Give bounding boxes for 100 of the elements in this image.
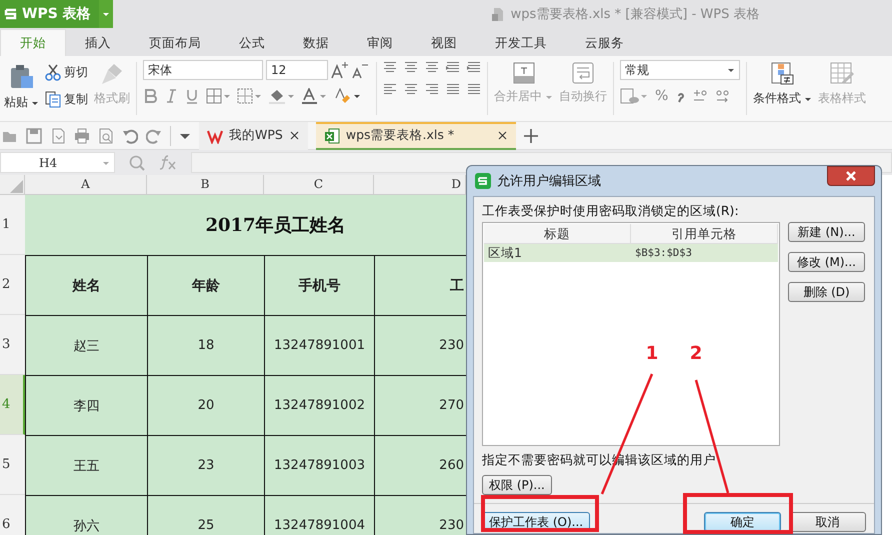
close-icon[interactable] [288, 130, 300, 141]
list-column-header[interactable]: 标题 [484, 224, 631, 244]
column-header[interactable]: B [147, 175, 264, 195]
ribbon-tab[interactable]: 开始 [0, 29, 66, 56]
table-cell: 13247891003 [264, 435, 374, 495]
ribbon-tab[interactable]: 公式 [220, 30, 284, 56]
table-cell: 270 [374, 375, 466, 435]
table-cell: 孙六 [25, 495, 147, 535]
dialog-button[interactable]: 删除 (D) [788, 282, 865, 302]
ribbon-tab[interactable]: 视图 [412, 30, 476, 56]
align-right-icon[interactable] [425, 82, 439, 96]
paste-button[interactable]: 粘贴 [4, 94, 28, 111]
row-header[interactable]: 1 [0, 195, 25, 255]
ribbon-tab[interactable]: 开发工具 [476, 30, 566, 56]
document-icon [490, 6, 505, 22]
cell-grid-icon[interactable] [237, 88, 261, 104]
increase-indent-icon[interactable] [467, 60, 481, 74]
table-header-cell: 工 [374, 255, 466, 315]
add-tab-icon[interactable] [524, 128, 538, 142]
ribbon-tab[interactable]: 插入 [66, 30, 130, 56]
table-cell: 13247891004 [264, 495, 374, 535]
window-title: wps需要表格.xls * [兼容模式] - WPS 表格 [510, 6, 760, 23]
font-name-field[interactable]: 宋体 [143, 60, 263, 80]
print-icon[interactable] [74, 128, 90, 144]
list-column-header[interactable]: 引用单元格 [631, 224, 778, 244]
justify-icon[interactable] [446, 82, 460, 96]
w-logo-icon [207, 128, 223, 144]
table-header-cell: 姓名 [25, 255, 147, 315]
list-row[interactable]: 区域1 $B$3:$D$3 [484, 244, 778, 262]
save-icon[interactable] [26, 128, 42, 144]
row-header[interactable]: 6 [0, 495, 25, 535]
permissions-button[interactable]: 权限 (P)... [482, 475, 552, 495]
title-cell: 2017年员工姓名 [25, 195, 466, 255]
font-size-field[interactable]: 12 [266, 60, 328, 80]
row-header[interactable]: 5 [0, 435, 25, 495]
currency-icon[interactable] [620, 88, 648, 104]
scissors-icon[interactable] [45, 64, 61, 81]
font-color-icon[interactable] [301, 88, 327, 104]
align-middle-icon[interactable] [404, 60, 418, 74]
dialog-button[interactable]: 新建 (N)... [788, 222, 865, 242]
table-cell: 230 [374, 315, 466, 375]
caret-icon[interactable] [727, 66, 735, 74]
ribbon-tab[interactable]: 数据 [284, 30, 348, 56]
step-number: 2 [690, 343, 702, 364]
grow-font-icon[interactable] [331, 61, 349, 79]
app-logo-icon [475, 173, 491, 189]
ribbon-tab[interactable]: 审阅 [348, 30, 412, 56]
row-header[interactable]: 3 [0, 315, 25, 375]
redo-icon[interactable] [146, 128, 162, 144]
app-logo-icon [4, 7, 18, 21]
number-format-field[interactable]: 常规 [620, 60, 740, 80]
borders-icon[interactable] [206, 88, 230, 104]
table-cell: 23 [147, 435, 264, 495]
column-header[interactable]: D [374, 175, 466, 195]
dialog-title: 允许用户编辑区域 [497, 173, 602, 190]
decrease-decimal-icon[interactable] [715, 88, 732, 104]
ranges-label: 工作表受保护时使用密码取消锁定的区域(R): [482, 203, 740, 220]
table-cell: 13247891002 [264, 375, 374, 435]
ribbon-tab[interactable]: 页面布局 [130, 30, 220, 56]
bold-icon[interactable] [143, 88, 157, 104]
wrap-text-icon[interactable] [572, 62, 594, 84]
fill-bucket-icon[interactable] [268, 88, 294, 104]
table-cell: 王五 [25, 435, 147, 495]
table-cell: 李四 [25, 375, 147, 435]
underline-icon[interactable] [185, 88, 199, 104]
close-icon[interactable] [496, 130, 508, 141]
close-button[interactable] [827, 166, 875, 186]
document-tab[interactable]: wps需要表格.xls * [316, 122, 516, 150]
table-cell: 13247891001 [264, 315, 374, 375]
decrease-indent-icon[interactable] [446, 60, 460, 74]
copy-icon[interactable] [45, 91, 61, 108]
table-style-icon[interactable] [830, 62, 854, 86]
clipboard-icon[interactable] [8, 62, 34, 90]
conditional-format-icon[interactable] [770, 62, 794, 86]
align-top-icon[interactable] [383, 60, 397, 74]
clear-format-icon[interactable] [334, 88, 360, 104]
table-cell: 25 [147, 495, 264, 535]
row-header[interactable]: 2 [0, 255, 25, 315]
ribbon-tab[interactable]: 云服务 [566, 30, 643, 56]
undo-icon[interactable] [122, 128, 138, 144]
print-preview-icon[interactable] [98, 128, 114, 144]
column-header[interactable]: C [264, 175, 374, 195]
step-number: 1 [646, 343, 658, 364]
dialog-button[interactable]: 修改 (M)... [788, 252, 865, 272]
column-header[interactable]: A [25, 175, 147, 195]
table-cell: 18 [147, 315, 264, 375]
cut-button[interactable]: 剪切 [64, 64, 88, 81]
table-cell: 260 [374, 435, 466, 495]
name-box[interactable]: H4 [0, 152, 115, 173]
italic-icon[interactable] [164, 88, 178, 104]
merge-cells-icon[interactable] [512, 62, 534, 84]
conditional-format-button[interactable]: 条件格式 [753, 90, 801, 107]
align-bottom-icon[interactable] [425, 60, 439, 74]
table-cell: 20 [147, 375, 264, 435]
document-tab[interactable]: 我的WPS [199, 122, 308, 150]
distributed-icon[interactable] [467, 82, 481, 96]
align-center-icon[interactable] [404, 82, 418, 96]
align-left-icon[interactable] [383, 82, 397, 96]
ok-button[interactable]: 确定 [704, 512, 781, 532]
copy-button[interactable]: 复制 [64, 91, 88, 108]
